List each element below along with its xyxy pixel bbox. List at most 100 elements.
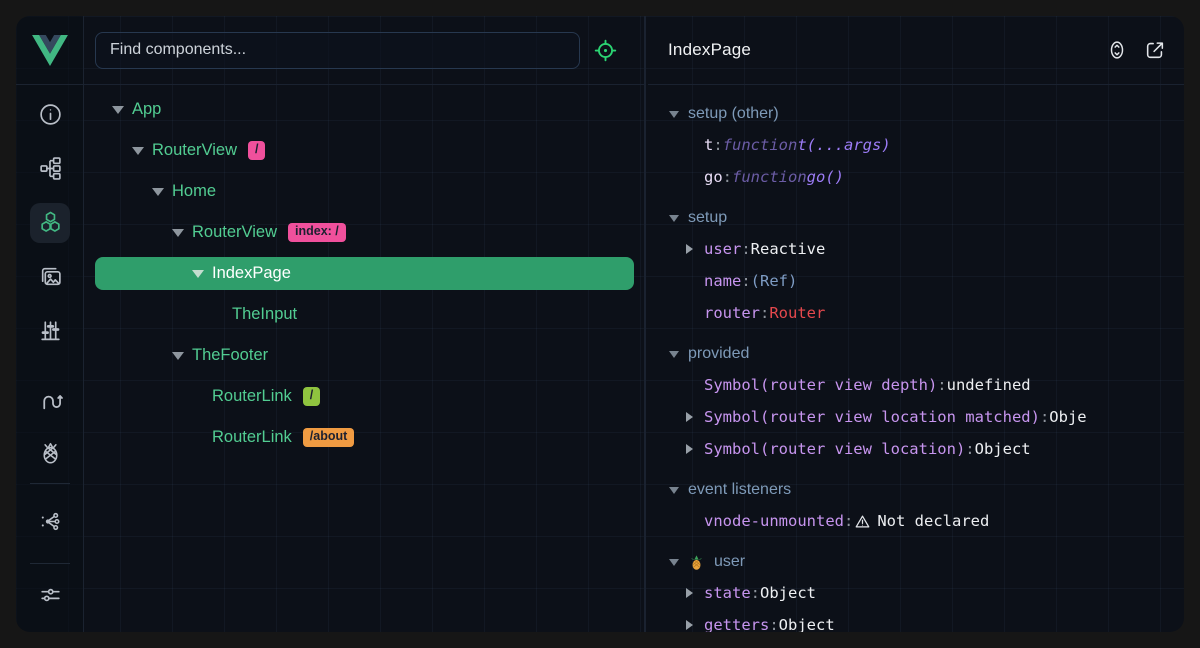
chevron-right-icon — [686, 588, 693, 598]
route-badge: / — [303, 387, 320, 406]
state-key: name — [704, 272, 741, 290]
state-value: Router — [769, 304, 825, 322]
state-key: getters — [704, 616, 769, 632]
assets-icon[interactable] — [16, 264, 84, 289]
expander-icon[interactable] — [151, 188, 164, 196]
section-label: provided — [688, 345, 749, 363]
locate-component-icon[interactable] — [593, 38, 618, 63]
expander-icon[interactable] — [686, 244, 704, 254]
tree-node-indexpage[interactable]: IndexPage — [95, 257, 634, 290]
tree-node-routerview[interactable]: RouterView index: / — [95, 216, 634, 249]
state-entry-name: name : (Ref) — [648, 265, 1184, 297]
info-icon[interactable] — [16, 102, 84, 127]
chevron-right-icon — [686, 620, 693, 630]
key-value-separator: : — [965, 440, 974, 458]
chevron-down-icon — [112, 106, 124, 114]
vue-logo[interactable] — [16, 16, 83, 85]
graph-icon[interactable] — [16, 509, 84, 534]
chevron-right-icon — [686, 444, 693, 454]
state-key: Symbol(router view depth) — [704, 376, 937, 394]
state-value: go() — [807, 168, 844, 186]
tree-node-routerview[interactable]: RouterView / — [95, 134, 634, 167]
component-name: App — [132, 100, 161, 119]
inspector-header: IndexPage — [648, 16, 1184, 85]
state-value: Reactive — [751, 240, 826, 258]
section-provided[interactable]: provided — [648, 339, 1184, 369]
state-entry-symbol-router-view-location-matched-[interactable]: Symbol(router view location matched) : O… — [648, 401, 1184, 433]
open-in-editor-icon[interactable] — [1144, 39, 1166, 61]
state-key: Symbol(router view location matched) — [704, 408, 1040, 426]
route-badge: / — [248, 141, 265, 160]
state-key: vnode-unmounted — [704, 512, 844, 530]
state-entry-getters[interactable]: getters : Object — [648, 609, 1184, 632]
key-value-separator: : — [741, 240, 750, 258]
key-value-separator: : — [769, 616, 778, 632]
scroll-to-component-icon[interactable] — [1106, 39, 1128, 61]
state-entry-state[interactable]: state : Object — [648, 577, 1184, 609]
state-key: user — [704, 240, 741, 258]
state-entry-user[interactable]: user : Reactive — [648, 233, 1184, 265]
tree-node-thefooter[interactable]: TheFooter — [95, 339, 634, 372]
inspector-panel: IndexPage setup (other) t : function t(..… — [648, 16, 1184, 632]
expander-icon[interactable] — [686, 444, 704, 454]
pineapple-icon — [688, 554, 705, 571]
component-name: RouterLink — [212, 428, 292, 447]
expander-icon[interactable] — [171, 352, 184, 360]
expander-icon[interactable] — [171, 229, 184, 237]
key-value-separator: : — [741, 272, 750, 290]
tree-node-home[interactable]: Home — [95, 175, 634, 208]
mixer-icon[interactable] — [16, 318, 84, 343]
component-name: RouterView — [152, 141, 237, 160]
section-label: event listeners — [688, 481, 791, 499]
state-entry-symbol-router-view-depth-: Symbol(router view depth) : undefined — [648, 369, 1184, 401]
tree-node-app[interactable]: App — [95, 93, 634, 126]
section-label: setup — [688, 209, 727, 227]
component-name: RouterView — [192, 223, 277, 242]
pinia-icon[interactable] — [16, 440, 84, 465]
route-badge: index: / — [288, 223, 346, 242]
components-icon[interactable] — [16, 210, 84, 235]
vue-logo-icon — [32, 35, 68, 66]
state-value: undefined — [947, 376, 1031, 394]
state-value: function — [732, 168, 807, 186]
router-icon[interactable] — [16, 388, 84, 413]
tree-node-routerlink[interactable]: RouterLink/about — [95, 421, 634, 454]
key-value-separator: : — [760, 304, 769, 322]
search-input[interactable] — [95, 32, 580, 69]
state-value: Object — [779, 616, 835, 632]
expander-icon[interactable] — [111, 106, 124, 114]
expander-icon[interactable] — [686, 588, 704, 598]
state-key: Symbol(router view location) — [704, 440, 965, 458]
state-entry-router: router : Router — [648, 297, 1184, 329]
key-value-separator: : — [723, 168, 732, 186]
state-value: function — [723, 136, 798, 154]
state-entry-symbol-router-view-location-[interactable]: Symbol(router view location) : Object — [648, 433, 1184, 465]
section-user[interactable]: user — [648, 547, 1184, 577]
section-setup[interactable]: setup — [648, 203, 1184, 233]
chevron-right-icon — [686, 412, 693, 422]
section-event-listeners[interactable]: event listeners — [648, 475, 1184, 505]
component-name: IndexPage — [212, 264, 291, 283]
section-setup-other-[interactable]: setup (other) — [648, 99, 1184, 129]
tree-node-theinput[interactable]: TheInput — [95, 298, 634, 331]
state-key: t — [704, 136, 713, 154]
settings-icon[interactable] — [16, 582, 84, 607]
chevron-down-icon — [669, 351, 679, 358]
state-value: Object — [975, 440, 1031, 458]
chevron-down-icon — [172, 352, 184, 360]
sidebar-divider — [30, 483, 70, 484]
key-value-separator: : — [751, 584, 760, 602]
sitemap-icon[interactable] — [16, 156, 84, 181]
expander-icon[interactable] — [131, 147, 144, 155]
expander-icon[interactable] — [686, 620, 704, 630]
expander-icon[interactable] — [686, 412, 704, 422]
state-key: router — [704, 304, 760, 322]
route-badge: /about — [303, 428, 355, 447]
tree-node-routerlink[interactable]: RouterLink/ — [95, 380, 634, 413]
state-key: state — [704, 584, 751, 602]
section-label: setup (other) — [688, 105, 779, 123]
state-entry-t: t : function t(...args) — [648, 129, 1184, 161]
state-value: t(...args) — [797, 136, 890, 154]
expander-icon[interactable] — [191, 270, 204, 278]
component-tree: App RouterView / Home RouterView index: / Inde… — [84, 85, 644, 632]
